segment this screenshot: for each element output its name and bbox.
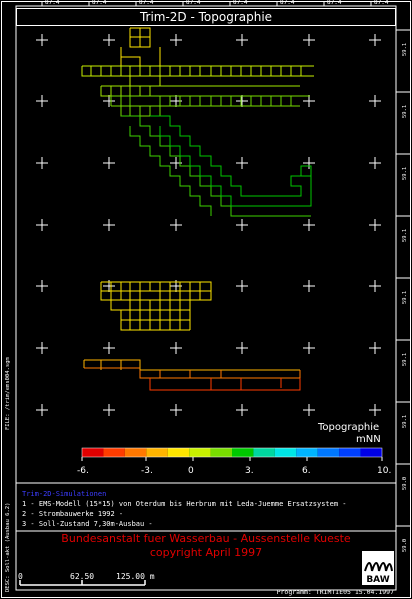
grid-cross — [103, 95, 115, 107]
grid-cross — [303, 219, 315, 231]
grid-cross — [303, 342, 315, 354]
grid-cross — [303, 34, 315, 46]
grid-cross — [170, 342, 182, 354]
side-desc-label: DESC: Soll-akt (Ausbau 6.2) — [5, 502, 11, 592]
grid-cross — [369, 404, 381, 416]
grid-cross — [103, 34, 115, 46]
grid-cross — [36, 219, 48, 231]
colorbar-cell — [339, 448, 361, 457]
grid-crosses — [36, 34, 381, 416]
colorbar-cell — [360, 448, 382, 457]
colorbar-cell — [253, 448, 275, 457]
grid-cross — [236, 404, 248, 416]
grid-cross — [36, 95, 48, 107]
grid-cross — [369, 342, 381, 354]
grid-cross — [170, 219, 182, 231]
grid-cross — [303, 157, 315, 169]
top-tick-label: 87.4 — [139, 0, 154, 6]
grid-cross — [36, 34, 48, 46]
colorbar-unit: mNN — [356, 434, 381, 445]
grid-cross — [103, 219, 115, 231]
grid-cross — [170, 404, 182, 416]
grid-cross — [236, 342, 248, 354]
colorbar-tick-label: -6. — [77, 466, 89, 476]
top-tick-label: 87.4 — [186, 0, 201, 6]
colorbar-tick-label: 3. — [245, 466, 254, 476]
colorbar-title: Topographie — [318, 422, 380, 433]
colorbar-tick-label: -3. — [141, 466, 153, 476]
right-tick-label: 59.1 — [402, 42, 408, 56]
credit-copyright: copyright April 1997 — [149, 546, 263, 559]
right-tick-label: 59.1 — [402, 228, 408, 242]
colorbar-cell — [189, 448, 211, 457]
grid-cross — [236, 157, 248, 169]
grid-cross — [369, 157, 381, 169]
mesh-group-upper — [81, 27, 314, 217]
grid-cross — [303, 404, 315, 416]
grid-cross — [103, 157, 115, 169]
scale-label-mid: 62.50 — [70, 572, 95, 581]
scale-label-0: 0 — [18, 572, 23, 581]
colorbar-cell — [103, 448, 125, 457]
grid-cross — [103, 342, 115, 354]
logo-text: BAW — [366, 575, 389, 585]
grid-cross — [103, 404, 115, 416]
grid-cross — [36, 404, 48, 416]
grid-cross — [369, 34, 381, 46]
mesh-group-lower — [83, 359, 301, 391]
grid-cross — [236, 34, 248, 46]
right-tick-label: 59.1 — [402, 104, 408, 118]
plot-frame: BAW Trim-2D - Topographie Topographie mN… — [0, 0, 412, 599]
grid-cross — [236, 95, 248, 107]
grid-cross — [36, 342, 48, 354]
colorbar-cell — [82, 448, 104, 457]
grid-cross — [236, 280, 248, 292]
legend-item: 2 - Strombauwerke 1992 - — [22, 510, 124, 518]
colorbar-cell — [317, 448, 340, 457]
grid-cross — [236, 219, 248, 231]
grid-cross — [36, 280, 48, 292]
legend-heading: Trim-2D-Simulationen — [22, 490, 107, 498]
right-tick-label: 59.1 — [402, 414, 408, 428]
page-title: Trim-2D - Topographie — [16, 8, 396, 26]
colorbar-cell — [167, 448, 190, 457]
top-tick-label: 87.4 — [327, 0, 342, 6]
top-tick-label: 87.4 — [233, 0, 248, 6]
colorbar-tick-label: 0 — [188, 466, 194, 476]
mesh-group-middle — [100, 281, 212, 331]
legend-box: Trim-2D-Simulationen 1 - EMS-Modell (15*… — [16, 486, 396, 530]
right-tick-label: 59.0 — [402, 476, 408, 490]
colorbar-cell — [274, 448, 297, 457]
top-tick-label: 87.4 — [280, 0, 295, 6]
right-tick-label: 59.1 — [402, 290, 408, 304]
credit-institution: Bundesanstalt fuer Wasserbau - Aussenste… — [61, 532, 351, 545]
top-tick-label: 87.4 — [92, 0, 107, 6]
colorbar-tick-label: 6. — [302, 466, 311, 476]
grid-cross — [369, 219, 381, 231]
right-tick-label: 59.1 — [402, 166, 408, 180]
colorbar-ticks — [81, 457, 383, 461]
top-tick-label: 87.4 — [374, 0, 389, 6]
right-tick-label: 59.0 — [402, 538, 408, 552]
grid-cross — [369, 95, 381, 107]
side-file-label: FILE: /trim/ems004.sgm — [5, 357, 11, 430]
scale-label-end: 125.00 m — [116, 572, 155, 581]
grid-cross — [303, 95, 315, 107]
colorbar-cell — [232, 448, 254, 457]
colorbar-cell — [210, 448, 232, 457]
right-tick-label: 59.1 — [402, 352, 408, 366]
top-tick-label: 87.4 — [45, 0, 60, 6]
grid-cross — [303, 280, 315, 292]
colorbar-cells — [81, 447, 383, 458]
grid-cross — [369, 280, 381, 292]
grid-cross — [36, 157, 48, 169]
program-info: Programm: TRIMTIE05 15.04.1997 — [276, 588, 394, 596]
colorbar-cell — [146, 448, 168, 457]
legend-item: 1 - EMS-Modell (15*15) von Oterdum bis H… — [22, 500, 347, 508]
colorbar-cell — [296, 448, 318, 457]
colorbar-tick-label: 10. — [377, 466, 392, 476]
grid-cross — [170, 34, 182, 46]
colorbar-cell — [124, 448, 147, 457]
legend-item: 3 - Soll-Zustand 7,30m-Ausbau - — [22, 520, 153, 528]
